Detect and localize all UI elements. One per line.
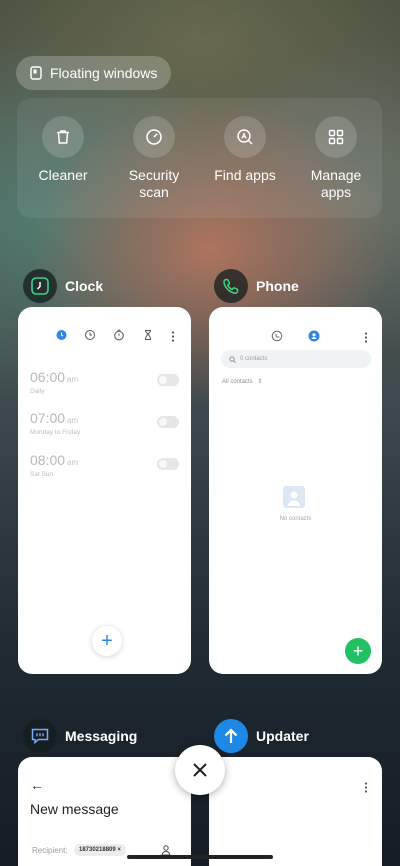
- updater-app-name: Updater: [256, 728, 309, 744]
- back-arrow-icon[interactable]: ←: [30, 777, 44, 793]
- empty-contacts-text: No contacts: [279, 516, 312, 522]
- alarm-time: 06:00: [30, 369, 66, 385]
- contacts-tab-icon[interactable]: [308, 329, 320, 347]
- close-icon: [193, 763, 207, 777]
- alarm-tab-icon[interactable]: [55, 328, 68, 346]
- updater-arrow-icon: [224, 728, 238, 743]
- find-apps-icon: [237, 129, 253, 145]
- floating-window-icon: [30, 66, 42, 80]
- alarm-repeat: Sat Sun: [30, 471, 54, 478]
- recents-tab-icon[interactable]: [271, 329, 283, 347]
- manage-apps-shortcut[interactable]: Manage apps: [291, 116, 381, 201]
- add-alarm-button[interactable]: +: [92, 626, 122, 656]
- find-apps-label: Find apps: [214, 167, 276, 183]
- more-options-icon[interactable]: [364, 780, 368, 798]
- security-gauge-icon: [146, 129, 162, 145]
- contacts-filter-dropdown[interactable]: All contacts ⇕: [222, 378, 262, 385]
- alarm-repeat: Monday to Friday: [30, 429, 81, 436]
- filter-chevron-icon: ⇕: [257, 379, 263, 385]
- find-apps-shortcut[interactable]: Find apps: [200, 116, 290, 184]
- add-contact-button[interactable]: +: [345, 638, 371, 664]
- floating-windows-label: Floating windows: [50, 65, 158, 81]
- search-icon: [229, 355, 236, 363]
- grid-icon: [328, 129, 344, 145]
- updater-window-card[interactable]: [209, 757, 382, 866]
- updater-app-header[interactable]: Updater: [214, 719, 309, 753]
- contacts-search-input[interactable]: 0 contacts: [221, 350, 371, 368]
- phone-app-icon: [223, 278, 239, 294]
- cleaner-shortcut[interactable]: Cleaner: [18, 116, 108, 184]
- phone-app-header[interactable]: Phone: [214, 269, 299, 303]
- stopwatch-tab-icon[interactable]: [113, 328, 125, 346]
- floating-windows-button[interactable]: Floating windows: [16, 56, 172, 90]
- clock-app-icon: [31, 277, 49, 295]
- messaging-app-header[interactable]: Messaging: [23, 719, 137, 753]
- timer-tab-icon[interactable]: [142, 328, 154, 346]
- new-message-title: New message: [30, 801, 119, 817]
- clock-app-header[interactable]: Clock: [23, 269, 103, 303]
- search-placeholder: 0 contacts: [240, 356, 268, 362]
- clock-window-card[interactable]: 06:00 am Daily 07:00 am Monday to Friday 0…: [18, 307, 191, 674]
- messaging-app-name: Messaging: [65, 728, 138, 744]
- alarm-time: 07:00: [30, 410, 66, 426]
- cleaner-label: Cleaner: [38, 167, 88, 183]
- alarm-ampm: am: [67, 375, 79, 384]
- close-all-button[interactable]: [175, 745, 225, 795]
- alarm-toggle[interactable]: [157, 374, 179, 386]
- clock-app-name: Clock: [65, 278, 104, 294]
- empty-contacts-icon: [283, 486, 305, 508]
- recipient-label: Recipient:: [32, 846, 68, 855]
- manage-apps-label: Manage apps: [310, 167, 362, 200]
- phone-window-card[interactable]: 0 contacts All contacts ⇕ No contacts +: [209, 307, 382, 674]
- security-scan-shortcut[interactable]: Security scan: [109, 116, 199, 201]
- contacts-filter-label: All contacts: [222, 379, 253, 385]
- quick-shortcuts-panel: Cleaner Security scan Find apps Manage a…: [17, 98, 382, 218]
- alarm-toggle[interactable]: [157, 458, 179, 470]
- security-scan-label: Security scan: [128, 167, 180, 200]
- alarm-ampm: am: [67, 416, 79, 425]
- trash-icon: [57, 130, 69, 144]
- alarm-toggle[interactable]: [157, 416, 179, 428]
- alarm-ampm: am: [67, 458, 79, 467]
- more-options-icon[interactable]: [364, 330, 368, 348]
- messaging-window-card[interactable]: ← New message Recipient: 18730218809 ×: [18, 757, 191, 866]
- alarm-time: 08:00: [30, 452, 66, 468]
- home-indicator[interactable]: [127, 855, 273, 859]
- world-clock-tab-icon[interactable]: [84, 328, 96, 346]
- messaging-app-icon: [31, 728, 49, 745]
- more-options-icon[interactable]: [171, 329, 175, 347]
- phone-app-name: Phone: [256, 278, 299, 294]
- alarm-repeat: Daily: [30, 388, 45, 395]
- recipient-chip[interactable]: 18730218809 ×: [74, 844, 126, 856]
